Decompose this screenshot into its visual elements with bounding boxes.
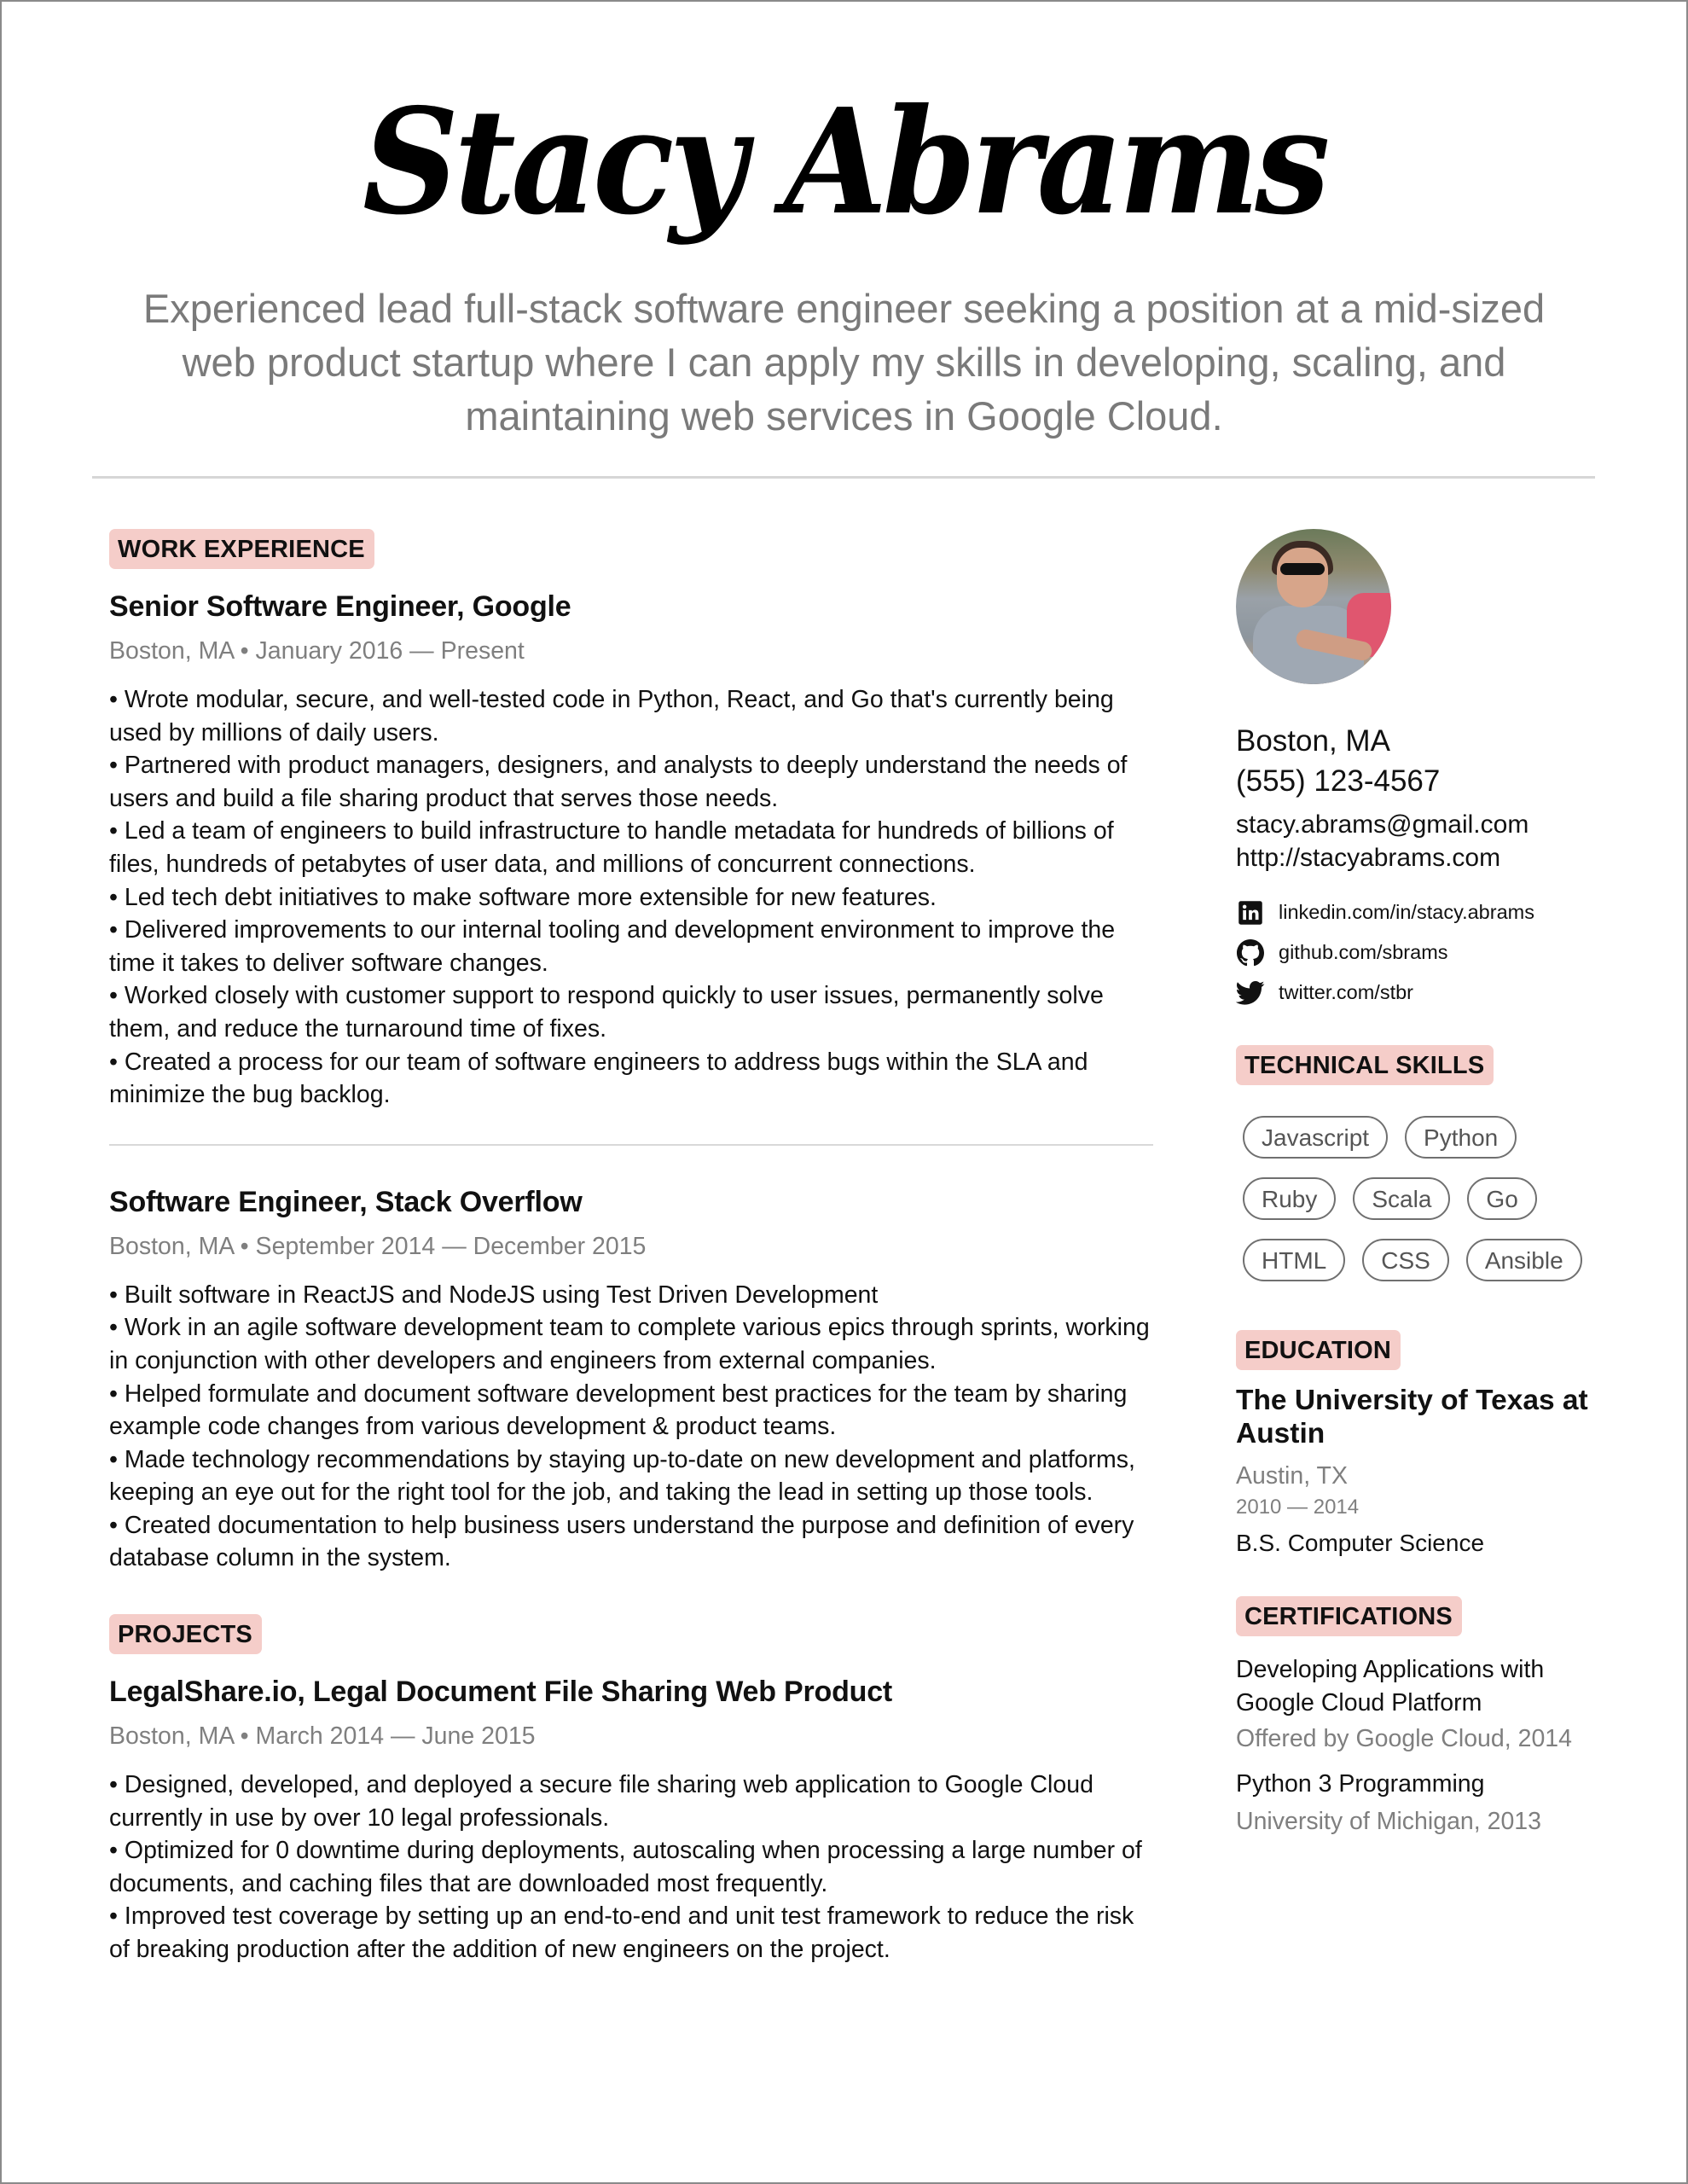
skill-chip: Ansible: [1465, 1239, 1582, 1281]
job-title: Senior Software Engineer, Google: [109, 590, 571, 623]
bullet-item: • Built software in ReactJS and NodeJS u…: [109, 1281, 879, 1309]
certification-title: Developing Applications with Google Clou…: [1236, 1656, 1545, 1716]
social-links: linkedin.com/in/stacy.abrams github.com/…: [1236, 892, 1603, 1013]
job-bullets: • Wrote modular, secure, and well-tested…: [109, 683, 1154, 1112]
section-heading-certifications: CERTIFICATIONS: [1236, 1596, 1462, 1636]
skill-chip: Python: [1405, 1116, 1517, 1159]
social-link-twitter[interactable]: twitter.com/stbr: [1236, 973, 1603, 1013]
skill-chip: Ruby: [1243, 1177, 1337, 1220]
bullet-item: • Led a team of engineers to build infra…: [109, 817, 1114, 878]
social-link-github[interactable]: github.com/sbrams: [1236, 932, 1603, 973]
job-meta: Boston, MA • September 2014 — December 2…: [109, 1232, 647, 1260]
social-label: twitter.com/stbr: [1279, 981, 1414, 1003]
project-bullets: • Designed, developed, and deployed a se…: [109, 1769, 1154, 1966]
twitter-icon: [1236, 979, 1265, 1008]
sidebar: Boston, MA (555) 123-4567 stacy.abrams@g…: [1236, 529, 1603, 1838]
bullet-item: • Worked closely with customer support t…: [109, 982, 1104, 1043]
certification-issuer: University of Michigan, 2013: [1236, 1808, 1542, 1835]
skill-chip: Go: [1467, 1177, 1537, 1220]
bullet-item: • Work in an agile software development …: [109, 1314, 1150, 1374]
skills-list: Javascript Python Ruby Scala Go HTML CSS…: [1243, 1116, 1601, 1300]
education-location: Austin, TX: [1236, 1462, 1348, 1490]
social-label: github.com/sbrams: [1279, 941, 1448, 963]
project-entry: LegalShare.io, Legal Document File Shari…: [109, 1675, 1154, 1966]
section-heading-projects: PROJECTS: [109, 1614, 262, 1655]
job-bullets: • Built software in ReactJS and NodeJS u…: [109, 1279, 1154, 1575]
certification-entry: Developing Applications with Google Clou…: [1236, 1653, 1603, 1756]
bullet-item: • Created a process for our team of soft…: [109, 1048, 1088, 1109]
certification-title: Python 3 Programming: [1236, 1769, 1485, 1798]
social-label: linkedin.com/in/stacy.abrams: [1279, 901, 1534, 923]
contact-phone: (555) 123-4567: [1236, 764, 1441, 798]
bullet-item: • Led tech debt initiatives to make soft…: [109, 883, 937, 911]
education-years: 2010 — 2014: [1236, 1496, 1360, 1519]
bullet-item: • Delivered improvements to our internal…: [109, 916, 1116, 977]
bullet-item: • Created documentation to help business…: [109, 1511, 1134, 1572]
summary: Experienced lead full-stack software eng…: [142, 286, 1546, 439]
job-divider: [109, 1143, 1153, 1146]
job-entry: Senior Software Engineer, Google Boston,…: [109, 590, 1154, 1112]
education-school: The University of Texas at Austin: [1236, 1385, 1588, 1449]
contact-city: Boston, MA: [1236, 724, 1390, 758]
section-heading-work-experience: WORK EXPERIENCE: [109, 529, 374, 569]
linkedin-icon: [1236, 898, 1265, 927]
bullet-item: • Designed, developed, and deployed a se…: [109, 1771, 1093, 1832]
project-title: LegalShare.io, Legal Document File Shari…: [109, 1676, 893, 1709]
certification-entry: Python 3 Programming University of Michi…: [1236, 1768, 1603, 1838]
skill-chip: HTML: [1243, 1239, 1346, 1281]
skill-chip: Javascript: [1243, 1116, 1389, 1159]
job-meta: Boston, MA • January 2016 — Present: [109, 637, 525, 665]
header-divider: [92, 476, 1595, 479]
certification-issuer: Offered by Google Cloud, 2014: [1236, 1725, 1572, 1752]
bullet-item: • Optimized for 0 downtime during deploy…: [109, 1837, 1142, 1897]
bullet-item: • Partnered with product managers, desig…: [109, 752, 1128, 812]
bullet-item: • Helped formulate and document software…: [109, 1380, 1128, 1441]
job-title: Software Engineer, Stack Overflow: [109, 1185, 583, 1218]
social-link-linkedin[interactable]: linkedin.com/in/stacy.abrams: [1236, 892, 1603, 932]
contact-website[interactable]: http://stacyabrams.com: [1236, 841, 1603, 874]
github-icon: [1236, 938, 1265, 967]
bullet-item: • Wrote modular, secure, and well-tested…: [109, 686, 1114, 746]
bullet-item: • Made technology recommendations by sta…: [109, 1445, 1135, 1507]
bullet-item: • Improved test coverage by setting up a…: [109, 1902, 1134, 1964]
job-entry: Software Engineer, Stack Overflow Boston…: [109, 1185, 1154, 1575]
main-column: WORK EXPERIENCE Senior Software Engineer…: [109, 529, 1154, 1966]
candidate-name: Stacy Abrams: [363, 77, 1330, 247]
section-heading-education: EDUCATION: [1236, 1330, 1401, 1370]
skill-chip: CSS: [1362, 1239, 1449, 1281]
contact-email[interactable]: stacy.abrams@gmail.com: [1236, 808, 1603, 841]
education-degree: B.S. Computer Science: [1236, 1530, 1485, 1556]
project-meta: Boston, MA • March 2014 — June 2015: [109, 1722, 536, 1751]
section-heading-technical-skills: TECHNICAL SKILLS: [1236, 1045, 1494, 1085]
profile-photo: [1236, 529, 1391, 684]
skill-chip: Scala: [1353, 1177, 1451, 1220]
